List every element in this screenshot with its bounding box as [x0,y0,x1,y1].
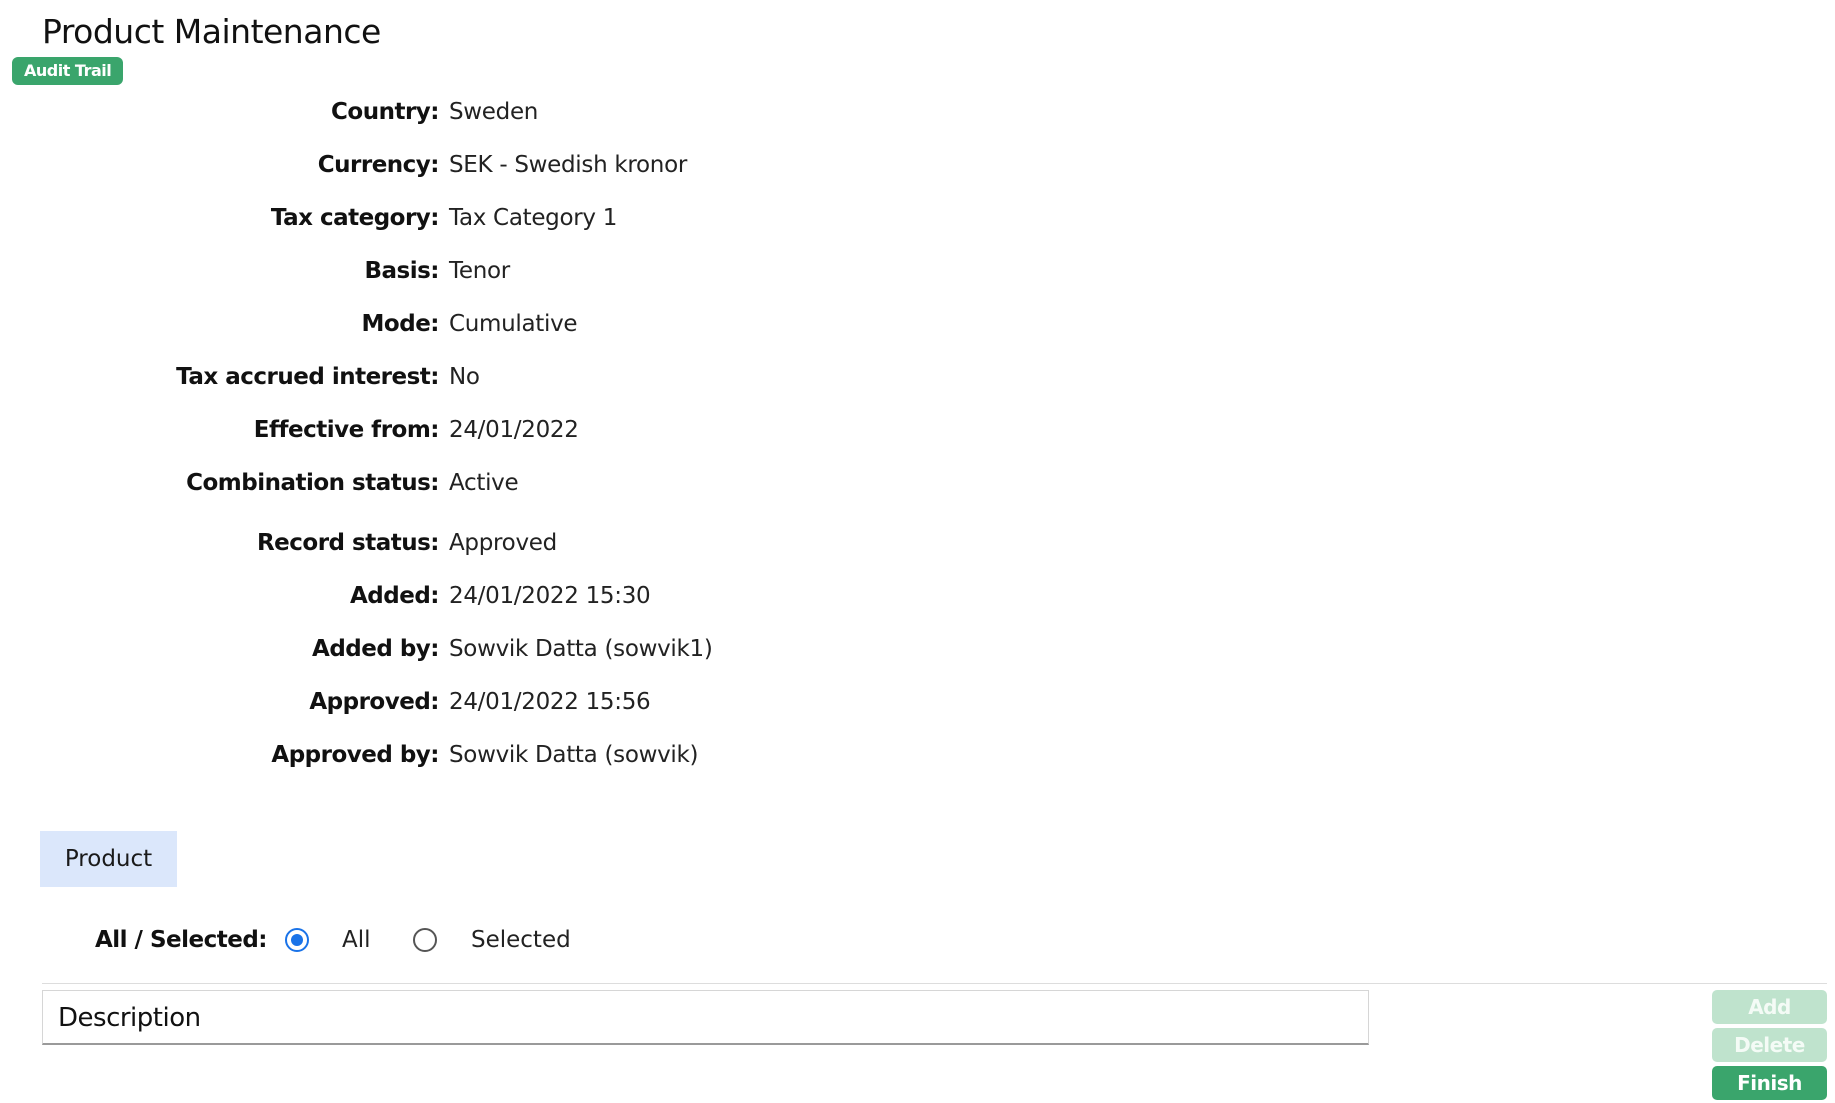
detail-row-currency: Currency: SEK - Swedish kronor [0,147,900,183]
detail-value: 24/01/2022 15:30 [449,583,651,609]
detail-label: Record status: [256,530,440,556]
detail-value: 24/01/2022 15:56 [449,689,651,715]
detail-value: Sweden [449,99,539,125]
detail-label: Country: [331,99,439,125]
detail-value: Tenor [449,258,510,284]
detail-label: Basis: [364,258,439,284]
detail-row-mode: Mode: Cumulative [0,306,900,342]
detail-row-tax-category: Tax category: Tax Category 1 [0,200,900,236]
detail-value: 24/01/2022 [449,417,579,443]
detail-value: SEK - Swedish kronor [449,152,688,178]
radio-all[interactable] [285,928,309,952]
detail-row-record-status: Record status: Approved [0,525,900,561]
detail-label: Approved by: [271,742,439,768]
detail-row-added-by: Added by: Sowvik Datta (sowvik1) [0,631,900,667]
detail-label: Effective from: [253,417,440,443]
detail-label: Currency: [317,152,440,178]
detail-row-approved-by: Approved by: Sowvik Datta (sowvik) [0,737,900,773]
detail-value: Sowvik Datta (sowvik) [449,742,699,768]
page-title: Product Maintenance [42,12,381,51]
detail-row-approved: Approved: 24/01/2022 15:56 [0,684,900,720]
delete-button[interactable]: Delete [1712,1028,1827,1062]
audit-trail-button[interactable]: Audit Trail [12,57,124,85]
detail-row-added: Added: 24/01/2022 15:30 [0,578,900,614]
detail-value: Sowvik Datta (sowvik1) [449,636,713,662]
detail-value: Cumulative [449,311,578,337]
radio-all-label[interactable]: All [342,922,371,958]
detail-label: Tax category: [270,205,440,231]
product-table-header: Description [42,990,1369,1045]
detail-label: Added: [350,583,440,609]
column-header-description[interactable]: Description [58,991,201,1046]
detail-label: Added by: [312,636,439,662]
all-selected-label: All / Selected: [94,927,268,953]
detail-label: Mode: [361,311,440,337]
detail-value: No [449,364,480,390]
tab-product[interactable]: Product [40,831,177,887]
finish-button[interactable]: Finish [1712,1066,1827,1100]
detail-value: Tax Category 1 [449,205,618,231]
radio-selected-label[interactable]: Selected [471,922,571,958]
detail-row-tax-accrued-interest: Tax accrued interest: No [0,359,900,395]
add-button[interactable]: Add [1712,990,1827,1024]
detail-value: Active [449,470,519,496]
detail-row-country: Country: Sweden [0,94,900,130]
detail-label: Combination status: [186,470,439,496]
detail-label: Approved: [309,689,439,715]
detail-row-basis: Basis: Tenor [0,253,900,289]
radio-selected[interactable] [413,928,437,952]
detail-row-combination-status: Combination status: Active [0,465,900,501]
detail-value: Approved [449,530,557,556]
detail-label: Tax accrued interest: [176,364,439,390]
section-divider [42,983,1827,984]
detail-row-effective-from: Effective from: 24/01/2022 [0,412,900,448]
